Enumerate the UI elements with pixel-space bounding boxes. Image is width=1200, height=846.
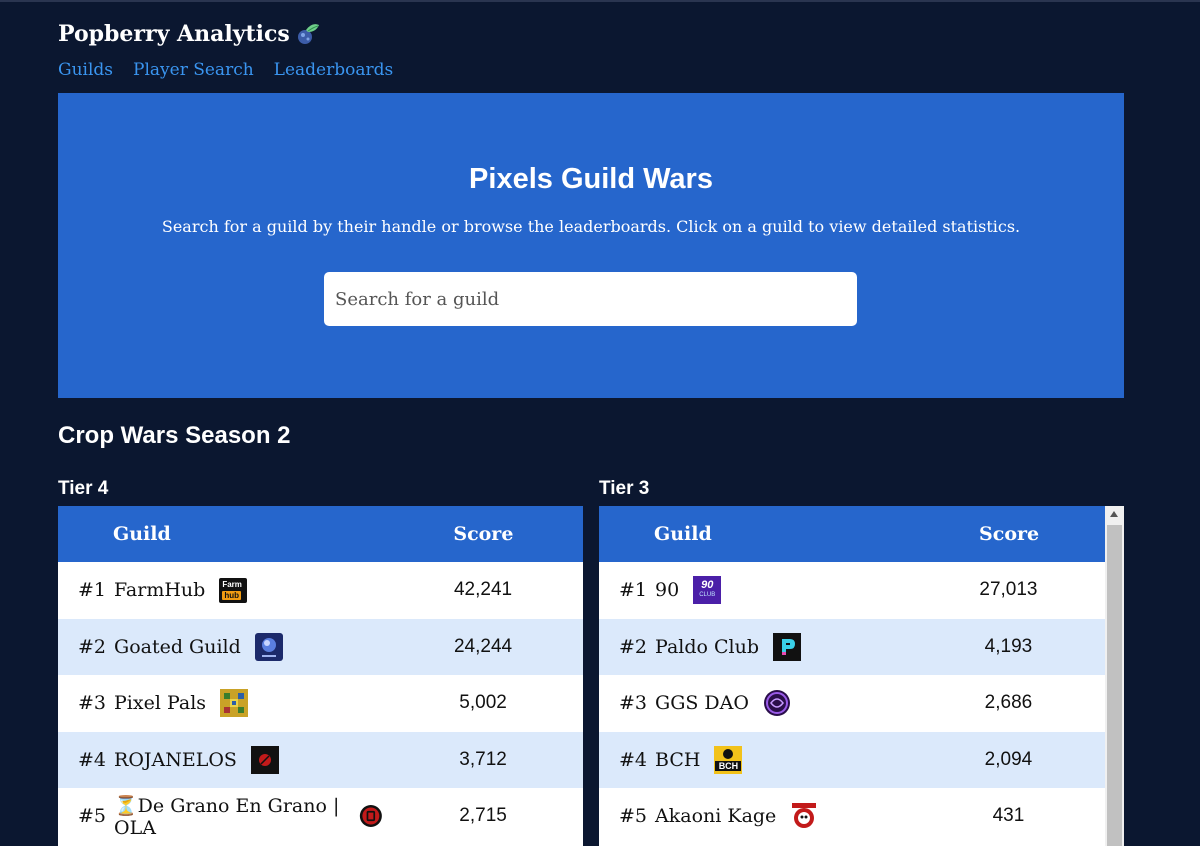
- guild-cell: #5 ⏳De Grano En Grano | OLA: [58, 794, 383, 839]
- guild-cell: #3 Pixel Pals: [58, 689, 383, 718]
- guild-column-header[interactable]: Guild: [599, 523, 913, 545]
- rank: #5: [78, 805, 107, 828]
- table-row[interactable]: #2 Goated Guild 24,244: [58, 618, 583, 675]
- rank: #4: [78, 748, 107, 771]
- window-top-edge: [0, 0, 1200, 2]
- farmhub-logo-badge: hub: [222, 590, 241, 600]
- table-row[interactable]: #1 FarmHub Farm hub 42,241: [58, 562, 583, 619]
- table-row[interactable]: #1 90 90 CLUB 27,013: [599, 562, 1105, 619]
- guild-search-input[interactable]: [324, 272, 857, 326]
- guild-name[interactable]: Paldo Club: [655, 636, 759, 658]
- scrollbar[interactable]: [1105, 506, 1124, 846]
- akaoni-kage-logo: [792, 803, 817, 829]
- guild-cell: #5 Akaoni Kage: [599, 802, 912, 830]
- rojanelos-logo: [250, 745, 279, 774]
- top-nav: Guilds Player Search Leaderboards: [58, 60, 393, 80]
- score-column-header[interactable]: Score: [384, 523, 583, 545]
- ninety-club-logo-label: CLUB: [699, 592, 716, 599]
- hero-banner: Pixels Guild Wars Search for a guild by …: [58, 93, 1124, 398]
- guild-name[interactable]: BCH: [655, 749, 700, 771]
- bch-logo-text: BCH: [715, 760, 742, 771]
- rank: #2: [619, 635, 648, 658]
- nav-leaderboards-link[interactable]: Leaderboards: [274, 60, 394, 80]
- rank: #5: [619, 805, 648, 828]
- farmhub-logo: Farm hub: [219, 577, 248, 603]
- score-cell: 2,094: [984, 748, 1033, 770]
- table-row[interactable]: #5 ⏳De Grano En Grano | OLA 2,715: [58, 788, 583, 845]
- tier-4-table: Guild Score #1 FarmHub Farm hub 42,241 #…: [58, 506, 583, 846]
- score-cell: 431: [992, 805, 1025, 827]
- guild-name[interactable]: Goated Guild: [114, 636, 241, 658]
- table-row[interactable]: #2 Paldo Club 4,193: [599, 618, 1105, 675]
- scroll-up-arrow-icon[interactable]: [1110, 511, 1118, 517]
- table-row[interactable]: #4 BCH BCH 2,094: [599, 731, 1105, 788]
- bch-logo-figure: [723, 748, 734, 759]
- bch-logo: BCH: [714, 745, 743, 774]
- de-grano-logo: [360, 805, 383, 828]
- score-cell: 3,712: [459, 748, 507, 770]
- guild-name[interactable]: ⏳De Grano En Grano | OLA: [114, 794, 345, 839]
- tier-4-title: Tier 4: [58, 478, 109, 499]
- brand-title: Popberry Analytics: [58, 21, 290, 47]
- nav-player-search-link[interactable]: Player Search: [133, 60, 254, 80]
- score-cell: 2,686: [984, 692, 1033, 714]
- rank: #3: [619, 692, 648, 715]
- goated-guild-logo: [254, 632, 283, 661]
- table-row[interactable]: #3 GGS DAO 2,686: [599, 675, 1105, 732]
- score-cell: 5,002: [459, 692, 507, 714]
- tier-3-table: Guild Score #1 90 90 CLUB 27,013 #2 Pald…: [599, 506, 1105, 846]
- rank: #1: [78, 579, 107, 602]
- table-row[interactable]: #4 ROJANELOS 3,712: [58, 731, 583, 788]
- rank: #3: [78, 692, 107, 715]
- popberry-icon: [297, 24, 319, 44]
- ninety-club-logo-number: 90: [701, 579, 714, 592]
- rank: #2: [78, 635, 107, 658]
- guild-cell: #1 FarmHub Farm hub: [58, 577, 383, 603]
- score-cell: 4,193: [984, 635, 1033, 657]
- score-column-header[interactable]: Score: [913, 523, 1105, 545]
- guild-cell: #2 Paldo Club: [599, 632, 912, 661]
- score-cell: 27,013: [979, 579, 1038, 601]
- guild-name[interactable]: Akaoni Kage: [655, 805, 776, 827]
- rank: #1: [619, 579, 648, 602]
- guild-name[interactable]: Pixel Pals: [114, 692, 206, 714]
- guild-cell: #4 BCH BCH: [599, 745, 912, 774]
- guild-name[interactable]: ROJANELOS: [114, 749, 237, 771]
- rank: #4: [619, 748, 648, 771]
- guild-name[interactable]: FarmHub: [114, 579, 205, 601]
- guild-cell: #1 90 90 CLUB: [599, 576, 912, 605]
- paldo-club-logo: [773, 632, 802, 661]
- brand[interactable]: Popberry Analytics: [58, 20, 322, 48]
- guild-cell: #4 ROJANELOS: [58, 745, 383, 774]
- farmhub-logo-text: Farm: [222, 579, 242, 589]
- hero-title: Pixels Guild Wars: [469, 163, 713, 195]
- hero-subtitle: Search for a guild by their handle or br…: [161, 217, 1021, 236]
- tier-3-title: Tier 3: [599, 478, 650, 499]
- guild-cell: #3 GGS DAO: [599, 689, 912, 717]
- score-cell: 42,241: [453, 579, 513, 601]
- table-row[interactable]: #3 Pixel Pals 5,002: [58, 675, 583, 732]
- guild-column-header[interactable]: Guild: [58, 523, 384, 545]
- guild-name[interactable]: 90: [655, 579, 679, 601]
- nav-guilds-link[interactable]: Guilds: [58, 60, 113, 80]
- table-row[interactable]: #5 Akaoni Kage 431: [599, 788, 1105, 845]
- guild-name[interactable]: GGS DAO: [655, 692, 749, 714]
- pixel-pals-logo: [220, 689, 249, 718]
- table-header: Guild Score: [58, 506, 583, 562]
- scrollbar-thumb[interactable]: [1107, 525, 1122, 846]
- ggs-dao-logo: [763, 690, 790, 717]
- score-cell: 24,244: [453, 635, 513, 657]
- score-cell: 2,715: [459, 805, 507, 827]
- guild-cell: #2 Goated Guild: [58, 632, 383, 661]
- ninety-club-logo: 90 CLUB: [693, 576, 722, 605]
- section-title: Crop Wars Season 2: [58, 422, 291, 449]
- table-header: Guild Score: [599, 506, 1105, 562]
